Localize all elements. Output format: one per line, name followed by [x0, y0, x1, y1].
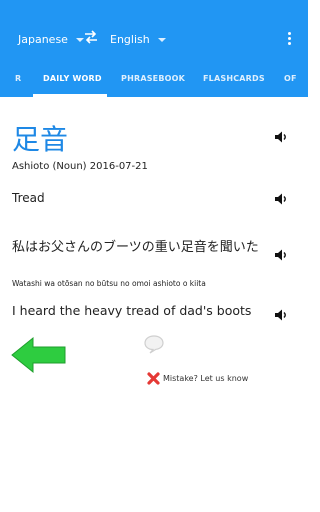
red-x-icon	[147, 372, 160, 385]
word-info: Ashioto (Noun) 2016-07-21	[12, 161, 148, 172]
swap-languages-icon[interactable]	[83, 29, 99, 45]
tab-flashcards[interactable]: FLASHCARDS	[203, 74, 265, 83]
report-mistake-label: Mistake? Let us know	[163, 374, 249, 383]
overflow-menu-icon[interactable]	[283, 30, 295, 48]
target-language-dropdown-icon	[157, 37, 166, 42]
example-japanese: 私はお父さんのブーツの重い足音を聞いた	[12, 240, 259, 255]
tab-of[interactable]: OF	[284, 74, 297, 83]
target-language-selector[interactable]: English	[110, 33, 166, 46]
tab-r[interactable]: R	[15, 74, 21, 83]
active-tab-indicator	[33, 94, 107, 97]
daily-word: 足音	[12, 123, 69, 156]
tab-daily-word[interactable]: DAILY WORD	[43, 74, 102, 83]
app-bar: Japanese English R DAILY WORD PHRASEBOOK…	[0, 0, 308, 97]
source-language-label: Japanese	[18, 33, 68, 46]
report-mistake-link[interactable]: Mistake? Let us know	[146, 371, 248, 386]
example-japanese-speaker-icon[interactable]	[274, 248, 288, 262]
tab-phrasebook[interactable]: PHRASEBOOK	[121, 74, 185, 83]
word-meaning: Tread	[12, 191, 45, 205]
target-language-label: English	[110, 33, 150, 46]
example-romaji: Watashi wa otōsan no būtsu no omoi ashio…	[12, 279, 206, 288]
back-arrow-icon[interactable]	[11, 336, 67, 374]
meaning-speaker-icon[interactable]	[274, 192, 288, 206]
example-english: I heard the heavy tread of dad's boots	[12, 303, 252, 318]
word-speaker-icon[interactable]	[274, 130, 288, 144]
source-language-selector[interactable]: Japanese	[18, 33, 84, 46]
comment-icon[interactable]	[143, 334, 165, 354]
example-english-speaker-icon[interactable]	[274, 308, 288, 322]
